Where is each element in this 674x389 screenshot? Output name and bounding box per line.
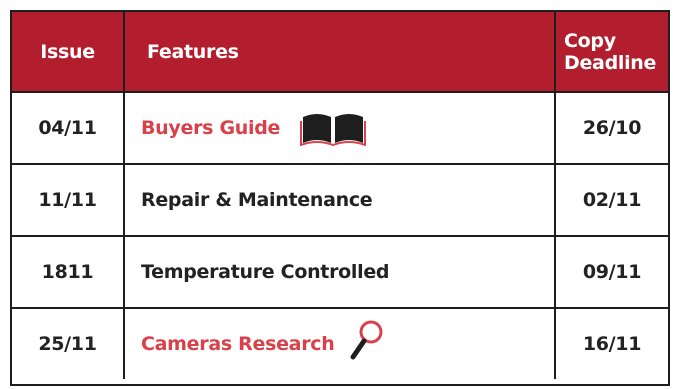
row-issue: 1811 <box>41 261 94 283</box>
header-copy-deadline-line1: Copy <box>564 29 616 52</box>
row-deadline: 16/11 <box>554 309 668 379</box>
header-copy-deadline: Copy Deadline <box>554 12 668 91</box>
row-deadline: 26/10 <box>554 93 668 163</box>
header-copy-deadline-line2: Deadline <box>564 51 657 74</box>
row-deadline: 02/11 <box>554 165 668 235</box>
magnifying-glass-icon <box>350 319 386 381</box>
table-header-row: Issue Features Copy Deadline <box>12 12 668 91</box>
table-row: 1811 Temperature Controlled 09/11 <box>12 235 668 307</box>
row-issue: 11/11 <box>38 189 97 211</box>
row-feature: Buyers Guide <box>123 93 554 163</box>
row-feature-label: Buyers Guide <box>141 117 281 139</box>
table-row: 04/11 Buyers Guide 26/10 <box>12 91 668 163</box>
row-feature-label: Repair & Maintenance <box>141 189 373 211</box>
row-feature: Repair & Maintenance <box>123 165 554 235</box>
row-deadline: 09/11 <box>554 237 668 307</box>
table-row: 11/11 Repair & Maintenance 02/11 <box>12 163 668 235</box>
header-features: Features <box>123 12 554 91</box>
row-issue: 25/11 <box>38 333 97 355</box>
row-issue: 04/11 <box>38 117 97 139</box>
row-feature: Cameras Research <box>123 309 554 379</box>
table-row: 25/11 Cameras Research 16/11 <box>12 307 668 379</box>
open-book-icon <box>300 110 367 146</box>
header-issue: Issue <box>40 40 95 63</box>
features-schedule-table: Issue Features Copy Deadline 04/11 Buyer… <box>10 10 670 386</box>
row-feature-label: Cameras Research <box>141 333 335 355</box>
row-feature: Temperature Controlled <box>123 237 554 307</box>
row-feature-label: Temperature Controlled <box>141 261 390 283</box>
